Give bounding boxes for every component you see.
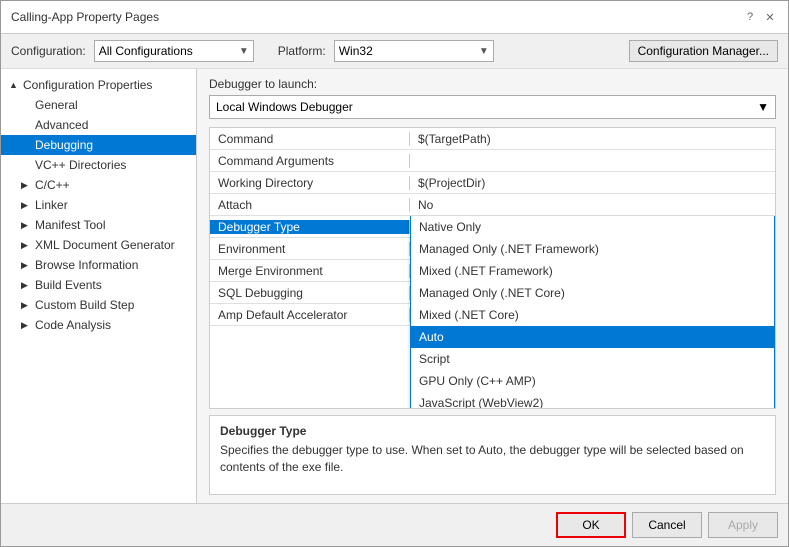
sidebar-item-label: Browse Information bbox=[35, 258, 138, 272]
debugger-launch-value: Local Windows Debugger bbox=[216, 100, 353, 114]
sidebar-item-advanced[interactable]: Advanced bbox=[1, 115, 196, 135]
sidebar-item-label: Configuration Properties bbox=[23, 78, 152, 92]
sidebar-item-xml-document-generator[interactable]: ▶ XML Document Generator bbox=[1, 235, 196, 255]
property-pages-dialog: Calling-App Property Pages ? ✕ Configura… bbox=[0, 0, 789, 547]
sidebar-item-label: Linker bbox=[35, 198, 68, 212]
configuration-manager-button[interactable]: Configuration Manager... bbox=[629, 40, 778, 62]
sidebar-item-label: Custom Build Step bbox=[35, 298, 134, 312]
ok-button[interactable]: OK bbox=[556, 512, 626, 538]
grid-cell-property-value: $(ProjectDir) bbox=[410, 176, 775, 190]
sidebar-item-linker[interactable]: ▶ Linker bbox=[1, 195, 196, 215]
sidebar-item-manifest-tool[interactable]: ▶ Manifest Tool bbox=[1, 215, 196, 235]
chevron-icon: ▶ bbox=[21, 300, 31, 311]
dropdown-option[interactable]: GPU Only (C++ AMP) bbox=[411, 370, 774, 392]
grid-cell-property-name: Debugger Type bbox=[210, 220, 410, 234]
sidebar-item-label: VC++ Directories bbox=[35, 158, 126, 172]
description-title: Debugger Type bbox=[220, 424, 765, 438]
sidebar-item-configuration-properties[interactable]: ▲ Configuration Properties bbox=[1, 75, 196, 95]
sidebar-item-code-analysis[interactable]: ▶ Code Analysis bbox=[1, 315, 196, 335]
footer: OK Cancel Apply bbox=[1, 503, 788, 546]
config-row: Configuration: All Configurations ▼ Plat… bbox=[1, 34, 788, 69]
configuration-label: Configuration: bbox=[11, 44, 86, 58]
sidebar-item-build-events[interactable]: ▶ Build Events bbox=[1, 275, 196, 295]
grid-cell-property-name: SQL Debugging bbox=[210, 286, 410, 300]
properties-grid: Command$(TargetPath)Command ArgumentsWor… bbox=[209, 127, 776, 409]
dropdown-option[interactable]: Native Only bbox=[411, 216, 774, 238]
debugger-launch-arrow: ▼ bbox=[757, 100, 769, 114]
sidebar: ▲ Configuration Properties General Advanced… bbox=[1, 69, 197, 503]
grid-cell-property-value: No bbox=[410, 198, 775, 212]
chevron-icon: ▶ bbox=[21, 220, 31, 231]
sidebar-item-debugging[interactable]: Debugging bbox=[1, 135, 196, 155]
sidebar-item-c-cpp[interactable]: ▶ C/C++ bbox=[1, 175, 196, 195]
title-bar: Calling-App Property Pages ? ✕ bbox=[1, 1, 788, 34]
grid-row[interactable]: AttachNo bbox=[210, 194, 775, 216]
main-content: ▲ Configuration Properties General Advanced… bbox=[1, 69, 788, 503]
dropdown-option[interactable]: Managed Only (.NET Framework) bbox=[411, 238, 774, 260]
grid-cell-property-name: Command bbox=[210, 132, 410, 146]
chevron-icon: ▶ bbox=[21, 320, 31, 331]
title-bar-buttons: ? ✕ bbox=[742, 9, 778, 25]
grid-cell-property-name: Environment bbox=[210, 242, 410, 256]
debugger-type-dropdown-overlay: Native OnlyManaged Only (.NET Framework)… bbox=[410, 216, 775, 409]
grid-cell-property-name: Amp Default Accelerator bbox=[210, 308, 410, 322]
chevron-icon: ▶ bbox=[21, 240, 31, 251]
platform-dropdown-arrow: ▼ bbox=[479, 46, 489, 57]
grid-cell-property-name: Attach bbox=[210, 198, 410, 212]
configuration-value: All Configurations bbox=[99, 44, 193, 58]
dropdown-option[interactable]: Mixed (.NET Framework) bbox=[411, 260, 774, 282]
grid-cell-property-name: Command Arguments bbox=[210, 154, 410, 168]
dropdown-option[interactable]: Mixed (.NET Core) bbox=[411, 304, 774, 326]
sidebar-item-label: Code Analysis bbox=[35, 318, 111, 332]
sidebar-section: ▲ Configuration Properties General Advanced… bbox=[1, 73, 196, 337]
sidebar-item-label: Manifest Tool bbox=[35, 218, 105, 232]
cancel-button[interactable]: Cancel bbox=[632, 512, 702, 538]
sidebar-item-label: Build Events bbox=[35, 278, 102, 292]
sidebar-item-label: Advanced bbox=[35, 118, 88, 132]
dropdown-option[interactable]: Script bbox=[411, 348, 774, 370]
description-text: Specifies the debugger type to use. When… bbox=[220, 442, 765, 476]
sidebar-item-label: Debugging bbox=[35, 138, 93, 152]
grid-row[interactable]: Command Arguments bbox=[210, 150, 775, 172]
sidebar-item-label: General bbox=[35, 98, 78, 112]
chevron-icon: ▶ bbox=[21, 280, 31, 291]
debugger-dropdown-container: Local Windows Debugger ▼ bbox=[209, 95, 776, 119]
sidebar-item-label: C/C++ bbox=[35, 178, 70, 192]
platform-value: Win32 bbox=[339, 44, 373, 58]
platform-dropdown[interactable]: Win32 ▼ bbox=[334, 40, 494, 62]
sidebar-item-custom-build-step[interactable]: ▶ Custom Build Step bbox=[1, 295, 196, 315]
dropdown-option[interactable]: Auto bbox=[411, 326, 774, 348]
sidebar-item-vc-directories[interactable]: VC++ Directories bbox=[1, 155, 196, 175]
help-button[interactable]: ? bbox=[742, 9, 758, 25]
dropdown-option[interactable]: Managed Only (.NET Core) bbox=[411, 282, 774, 304]
chevron-icon: ▲ bbox=[9, 80, 19, 90]
close-button[interactable]: ✕ bbox=[762, 9, 778, 25]
sidebar-item-general[interactable]: General bbox=[1, 95, 196, 115]
chevron-icon: ▶ bbox=[21, 260, 31, 271]
sidebar-item-label: XML Document Generator bbox=[35, 238, 175, 252]
apply-button[interactable]: Apply bbox=[708, 512, 778, 538]
chevron-icon: ▶ bbox=[21, 200, 31, 211]
debugger-launch-label: Debugger to launch: bbox=[209, 77, 776, 91]
grid-row[interactable]: Command$(TargetPath) bbox=[210, 128, 775, 150]
grid-cell-property-value: $(TargetPath) bbox=[410, 132, 775, 146]
grid-cell-property-name: Working Directory bbox=[210, 176, 410, 190]
dropdown-option[interactable]: JavaScript (WebView2) bbox=[411, 392, 774, 409]
grid-cell-property-name: Merge Environment bbox=[210, 264, 410, 278]
grid-row[interactable]: Working Directory$(ProjectDir) bbox=[210, 172, 775, 194]
debugger-launch-dropdown[interactable]: Local Windows Debugger ▼ bbox=[209, 95, 776, 119]
configuration-dropdown[interactable]: All Configurations ▼ bbox=[94, 40, 254, 62]
configuration-dropdown-arrow: ▼ bbox=[239, 46, 249, 57]
chevron-icon: ▶ bbox=[21, 180, 31, 191]
dialog-title: Calling-App Property Pages bbox=[11, 10, 159, 24]
sidebar-item-browse-information[interactable]: ▶ Browse Information bbox=[1, 255, 196, 275]
platform-label: Platform: bbox=[278, 44, 326, 58]
right-panel: Debugger to launch: Local Windows Debugg… bbox=[197, 69, 788, 503]
description-panel: Debugger Type Specifies the debugger typ… bbox=[209, 415, 776, 495]
